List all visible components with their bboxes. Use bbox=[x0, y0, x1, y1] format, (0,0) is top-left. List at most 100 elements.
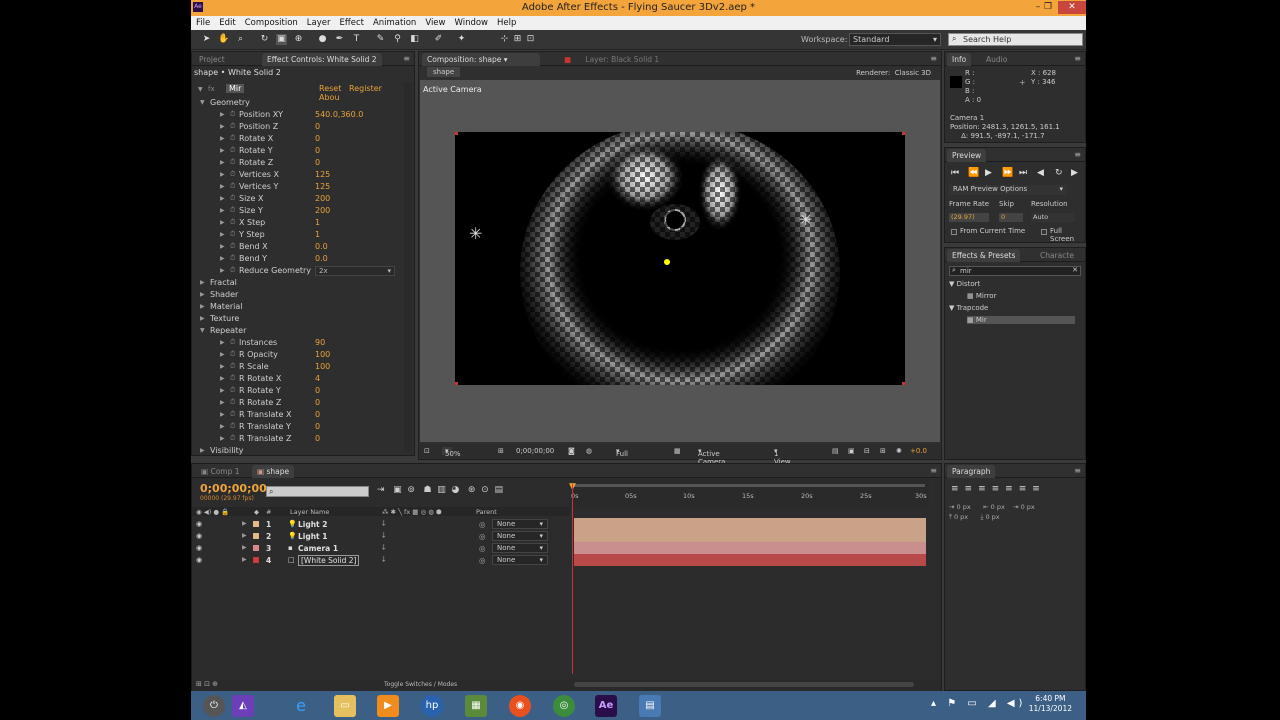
effect-property-row[interactable]: ▶ ⏱ R Rotate Y 0 bbox=[192, 385, 402, 397]
menu-file[interactable]: File bbox=[191, 16, 214, 28]
menu-window[interactable]: Window bbox=[449, 16, 492, 28]
expand-triangle-icon[interactable]: ▶ bbox=[200, 303, 205, 310]
effects-item[interactable]: ▦ Mir bbox=[967, 316, 1075, 324]
effect-property-row[interactable]: ▶ Material bbox=[192, 301, 402, 313]
effects-search-input[interactable]: ⌕ mir ✕ bbox=[949, 266, 1081, 276]
view-camera-select[interactable]: Active Camera ▾ bbox=[698, 447, 725, 466]
property-value[interactable]: 0.0 bbox=[315, 254, 328, 263]
expand-triangle-icon[interactable]: ▶ bbox=[220, 111, 225, 118]
type-tool-icon[interactable]: T bbox=[351, 34, 362, 45]
layer-row[interactable]: ◉ ▶ 1 💡 Light 2 ⸸ ◎ None ▾ bbox=[192, 518, 570, 530]
effect-property-row[interactable]: ▶ ⏱ Reduce Geometry 2x ▾ bbox=[192, 265, 402, 277]
stopwatch-icon[interactable]: ⏱ bbox=[230, 410, 235, 419]
layer-duration-bar[interactable] bbox=[574, 542, 926, 554]
magnification-icon[interactable]: ⊡ bbox=[424, 447, 430, 455]
expand-triangle-icon[interactable]: ▶ bbox=[220, 147, 225, 154]
expand-triangle-icon[interactable]: ▶ bbox=[220, 123, 225, 130]
stopwatch-icon[interactable]: ⏱ bbox=[230, 206, 235, 215]
expand-triangle-icon[interactable]: ▶ bbox=[220, 231, 225, 238]
expand-triangle-icon[interactable]: ▶ bbox=[242, 520, 247, 527]
expand-triangle-icon[interactable]: ▼ bbox=[200, 327, 205, 334]
expand-triangle-icon[interactable]: ▶ bbox=[220, 387, 225, 394]
effect-property-row[interactable]: ▶ ⏱ X Step 1 bbox=[192, 217, 402, 229]
hp-icon[interactable]: hp bbox=[421, 695, 443, 717]
renderer-info[interactable]: Renderer: Classic 3D bbox=[856, 69, 931, 77]
previous-frame-icon[interactable]: ⏪ bbox=[968, 168, 979, 178]
tab-info[interactable]: Info bbox=[947, 53, 972, 66]
property-value[interactable]: 0.0 bbox=[315, 242, 328, 251]
expand-triangle-icon[interactable]: ▶ bbox=[220, 135, 225, 142]
visibility-toggle-icon[interactable]: ◉ bbox=[196, 532, 202, 540]
effect-property-row[interactable]: ▶ ⏱ Size X 200 bbox=[192, 193, 402, 205]
property-value[interactable]: 0 bbox=[315, 434, 320, 443]
expand-triangle-icon[interactable]: ▶ bbox=[200, 279, 205, 286]
effect-property-row[interactable]: ▶ ⏱ Vertices X 125 bbox=[192, 169, 402, 181]
resolution-select[interactable]: Auto bbox=[1031, 213, 1075, 222]
effect-property-row[interactable]: ▶ ⏱ Rotate X 0 bbox=[192, 133, 402, 145]
pen-tool-icon[interactable]: ✒ bbox=[334, 34, 345, 45]
effect-property-row[interactable]: ▶ ⏱ Vertices Y 125 bbox=[192, 181, 402, 193]
effect-property-row[interactable]: ▶ Fractal bbox=[192, 277, 402, 289]
tab-project[interactable]: Project bbox=[194, 53, 230, 66]
tab-paragraph[interactable]: Paragraph bbox=[947, 465, 996, 478]
axis-view-icon[interactable]: ⊡ bbox=[525, 34, 536, 45]
fx-toggle-icon[interactable]: fx bbox=[208, 85, 215, 93]
expand-triangle-icon[interactable]: ▶ bbox=[220, 195, 225, 202]
roto-brush-tool-icon[interactable]: ✐ bbox=[433, 34, 444, 45]
expand-triangle-icon[interactable]: ▶ bbox=[220, 243, 225, 250]
property-value[interactable]: 100 bbox=[315, 362, 330, 371]
effect-property-row[interactable]: ▶ ⏱ R Translate Z 0 bbox=[192, 433, 402, 445]
expand-triangle-icon[interactable]: ▶ bbox=[220, 351, 225, 358]
visibility-toggle-icon[interactable]: ◉ bbox=[196, 520, 202, 528]
mask-tool-icon[interactable]: ● bbox=[317, 34, 328, 45]
clear-search-icon[interactable]: ✕ bbox=[1072, 266, 1078, 274]
effect-property-row[interactable]: ▶ Shader bbox=[192, 289, 402, 301]
next-frame-icon[interactable]: ⏩ bbox=[1002, 168, 1013, 178]
panel-menu-icon[interactable]: ≡ bbox=[1074, 150, 1081, 159]
property-value[interactable]: 0 bbox=[315, 386, 320, 395]
effect-controls-scrollbar[interactable] bbox=[404, 82, 412, 452]
stopwatch-icon[interactable]: ⏱ bbox=[230, 398, 235, 407]
media-app-icon[interactable]: ▦ bbox=[465, 695, 487, 717]
expand-triangle-icon[interactable]: ▶ bbox=[220, 219, 225, 226]
chrome-icon[interactable]: ◎ bbox=[553, 695, 575, 717]
axis-world-icon[interactable]: ⊞ bbox=[512, 34, 523, 45]
expand-triangle-icon[interactable]: ▶ bbox=[200, 447, 205, 454]
flowchart-icon[interactable]: ⊞ bbox=[880, 447, 886, 455]
magnification-select[interactable]: 50% ▾ bbox=[442, 447, 461, 458]
expand-triangle-icon[interactable]: ▶ bbox=[220, 267, 225, 274]
label-color-swatch[interactable] bbox=[253, 533, 259, 539]
audio-icon[interactable]: ◀ bbox=[1037, 168, 1044, 178]
parent-pickwhip-icon[interactable]: ◎ bbox=[479, 556, 486, 565]
reset-link[interactable]: Reset bbox=[319, 84, 341, 93]
close-button[interactable]: ✕ bbox=[1058, 1, 1086, 14]
paragraph-indents[interactable]: ⇥ 0 px ⇤ 0 px ⇥ 0 px ⤒ 0 px ⤓ 0 px bbox=[949, 502, 1035, 522]
stopwatch-icon[interactable]: ⏱ bbox=[230, 266, 235, 275]
tab-comp-1[interactable]: ▣ Comp 1 bbox=[196, 465, 245, 478]
expand-triangle-icon[interactable]: ▶ bbox=[220, 183, 225, 190]
timeline-icon[interactable]: ⊟ bbox=[864, 447, 870, 455]
pan-behind-tool-icon[interactable]: ⊕ bbox=[293, 34, 304, 45]
property-value[interactable]: 0 bbox=[315, 158, 320, 167]
toggle-switches-modes-button[interactable]: Toggle Switches / Modes bbox=[384, 681, 457, 688]
layer-name[interactable]: Light 2 bbox=[298, 520, 327, 529]
effect-property-row[interactable]: ▶ ⏱ Bend Y 0.0 bbox=[192, 253, 402, 265]
work-area-bar[interactable] bbox=[573, 484, 925, 487]
effect-property-row[interactable]: ▶ ⏱ R Rotate X 4 bbox=[192, 373, 402, 385]
stopwatch-icon[interactable]: ⏱ bbox=[230, 434, 235, 443]
zoom-tool-icon[interactable]: ⌕ bbox=[235, 34, 246, 45]
light-2-icon[interactable]: ✳ bbox=[469, 224, 482, 243]
layer-row[interactable]: ◉ ▶ 2 💡 Light 1 ⸸ ◎ None ▾ bbox=[192, 530, 570, 542]
effect-property-row[interactable]: ▶ ⏱ Size Y 200 bbox=[192, 205, 402, 217]
full-screen-checkbox[interactable] bbox=[1041, 229, 1047, 235]
stopwatch-icon[interactable]: ⏱ bbox=[230, 134, 235, 143]
system-tray-icons[interactable]: ▴ ⚑ ▭ ◢ ◀) bbox=[931, 698, 1026, 709]
effect-property-row[interactable]: ▶ ⏱ Rotate Y 0 bbox=[192, 145, 402, 157]
effect-property-row[interactable]: ▶ ⏱ Y Step 1 bbox=[192, 229, 402, 241]
zoom-slider[interactable] bbox=[574, 682, 914, 687]
stopwatch-icon[interactable]: ⏱ bbox=[230, 254, 235, 263]
property-value[interactable]: 540.0,360.0 bbox=[315, 110, 363, 119]
tab-effects-presets[interactable]: Effects & Presets bbox=[947, 249, 1021, 262]
view-layout-select[interactable]: 1 View ▾ bbox=[774, 447, 791, 466]
tab-character[interactable]: Characte bbox=[1035, 249, 1079, 262]
